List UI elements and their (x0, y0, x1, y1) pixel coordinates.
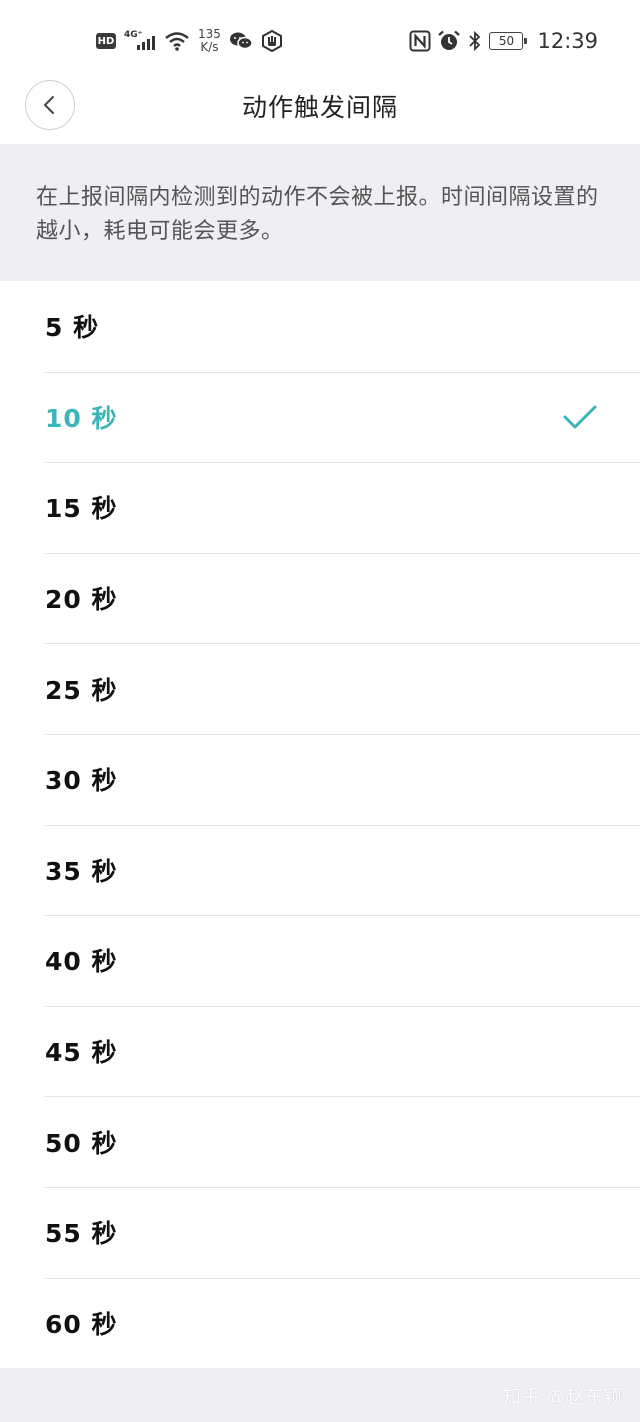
network-speed: 135 K/s (198, 27, 221, 54)
wechat-icon (229, 32, 253, 50)
description-text: 在上报间隔内检测到的动作不会被上报。时间间隔设置的越小，耗电可能会更多。 (0, 144, 640, 281)
option-label: 50 秒 (45, 1128, 118, 1158)
option-label: 60 秒 (45, 1309, 118, 1339)
option-label: 40 秒 (45, 947, 118, 977)
option-label: 10 秒 (45, 403, 118, 433)
watermark: 知乎 @赵东颖 (501, 1386, 622, 1408)
nav-bar: 动作触发间隔 (0, 80, 640, 144)
option-label: 30 秒 (45, 766, 118, 796)
option-15s[interactable]: 15 秒 (0, 462, 640, 553)
hand-icon (261, 30, 282, 52)
option-40s[interactable]: 40 秒 (0, 915, 640, 1006)
option-label: 5 秒 (45, 313, 100, 343)
signal-icon: 4G⁺ (124, 30, 156, 52)
bluetooth-icon (469, 30, 481, 52)
option-60s[interactable]: 60 秒 (0, 1277, 640, 1369)
clock: 12:39 (537, 29, 598, 53)
option-25s[interactable]: 25 秒 (0, 643, 640, 734)
option-5s[interactable]: 5 秒 (0, 281, 640, 372)
option-50s[interactable]: 50 秒 (0, 1096, 640, 1187)
option-label: 45 秒 (45, 1038, 118, 1068)
interval-options-list: 5 秒 10 秒 15 秒 20 秒 25 秒 30 秒 35 秒 40 秒 4… (0, 281, 640, 1369)
wifi-icon (165, 32, 189, 51)
option-45s[interactable]: 45 秒 (0, 1005, 640, 1097)
page-title: 动作触发间隔 (241, 93, 398, 122)
nfc-icon (409, 30, 431, 52)
option-label: 35 秒 (45, 856, 118, 886)
option-10s[interactable]: 10 秒 (0, 371, 640, 463)
option-label: 20 秒 (45, 585, 118, 615)
option-label: 55 秒 (45, 1219, 118, 1249)
option-35s[interactable]: 35 秒 (0, 824, 640, 916)
option-label: 25 秒 (45, 675, 118, 705)
option-30s[interactable]: 30 秒 (0, 733, 640, 825)
alarm-icon (438, 30, 461, 50)
status-bar: HD 4G⁺ 135 K/s 50 12:39 (0, 0, 640, 80)
status-left: HD 4G⁺ 135 K/s (96, 26, 283, 56)
option-label: 15 秒 (45, 494, 118, 524)
option-55s[interactable]: 55 秒 (0, 1186, 640, 1278)
hd-icon: HD (96, 33, 116, 49)
option-20s[interactable]: 20 秒 (0, 552, 640, 644)
battery-icon: 50 (489, 32, 528, 50)
status-right: 50 12:39 (409, 26, 598, 56)
check-icon (563, 405, 597, 429)
